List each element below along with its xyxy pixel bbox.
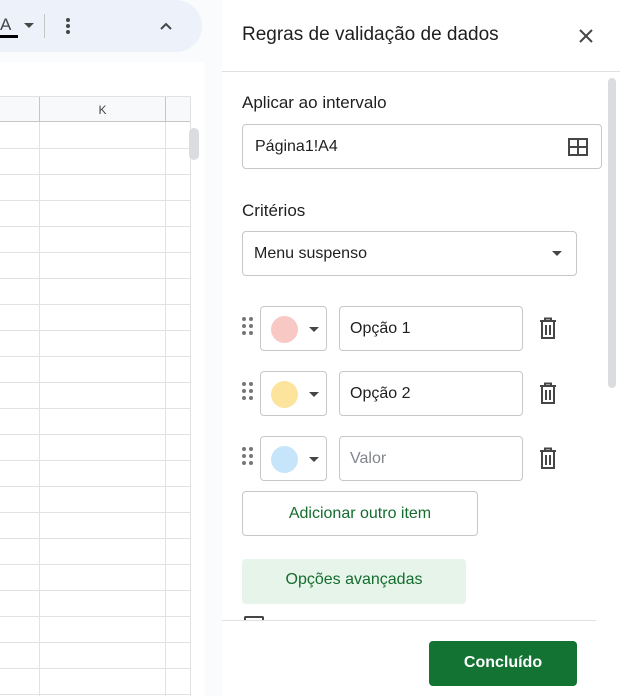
grid-hline [0,330,190,331]
grid-hline [0,460,190,461]
sheet-scrollbar-thumb[interactable] [189,128,199,160]
option-value: Opção 2 [350,385,411,402]
grid-hline [0,616,190,617]
criteria-label: Critérios [242,201,306,220]
range-value: Página1!A4 [255,138,338,155]
grid-hline [0,486,190,487]
grid-hline [0,252,190,253]
cell-grid[interactable] [0,122,190,696]
sheet-grid[interactable]: K [0,62,205,696]
advanced-options-button[interactable]: Opções avançadas [242,559,466,604]
criteria-dropdown[interactable]: Menu suspenso [242,231,577,276]
dropdown-option-row: Valor [242,436,562,481]
dropdown-option-row: Opção 2 [242,371,562,416]
chevron-down-icon [309,327,319,332]
trash-svg [540,447,556,469]
grid-hline [0,356,190,357]
select-range-icon[interactable] [567,137,589,157]
grid-hline [0,304,190,305]
panel-scrollbar-thumb[interactable] [608,78,616,388]
grid-hline [0,694,190,695]
drag-handle-icon[interactable] [242,382,254,402]
grid-hline [0,512,190,513]
option-color-picker[interactable] [260,371,327,416]
option-placeholder: Valor [350,450,387,467]
toolbar: A [0,0,202,52]
panel-footer: Concluído [222,621,628,696]
done-button[interactable]: Concluído [429,641,577,686]
chevron-down-icon[interactable] [24,23,34,28]
trash-svg [540,317,556,339]
advanced-options-label: Opções avançadas [285,571,423,588]
grid-hline [0,148,190,149]
color-swatch [271,381,298,408]
grid-hline [0,642,190,643]
text-color-icon[interactable]: A [0,14,20,38]
data-validation-panel: Regras de validação de dados Aplicar ao … [222,0,628,696]
panel-divider [222,71,620,72]
chevron-down-icon [309,392,319,397]
grid-vline [165,122,166,696]
delete-icon[interactable] [537,446,559,470]
grid-vline [39,122,40,696]
grid-hline [0,200,190,201]
column-divider [165,97,166,123]
option-color-picker[interactable] [260,306,327,351]
column-header: K [0,96,190,123]
dot [66,18,70,22]
grid-hline [0,174,190,175]
drag-handle-icon[interactable] [242,447,254,467]
option-color-picker[interactable] [260,436,327,481]
criteria-value: Menu suspenso [254,245,367,262]
close-svg [579,29,593,43]
color-swatch [271,446,298,473]
grid-svg [568,138,588,156]
text-color-bar [0,35,18,38]
grid-hline [0,226,190,227]
more-vert-icon[interactable] [58,14,78,38]
apply-range-label: Aplicar ao intervalo [242,93,387,112]
chevron-up-svg [160,22,172,30]
grid-hline [0,278,190,279]
option-value: Opção 1 [350,320,411,337]
grid-hline [0,668,190,669]
chevron-down-icon [552,251,562,256]
chevron-down-icon [309,457,319,462]
text-color-glyph: A [0,15,12,34]
option-value-input[interactable]: Opção 1 [339,306,523,351]
chevron-up-icon[interactable] [152,14,180,38]
color-swatch [271,316,298,343]
grid-hline [0,538,190,539]
grid-hline [0,382,190,383]
delete-icon[interactable] [537,381,559,405]
add-item-label: Adicionar outro item [288,505,432,522]
sheet-scrollbar-track[interactable] [190,96,205,696]
close-icon[interactable] [574,24,598,48]
grid-hline [0,590,190,591]
panel-title: Regras de validação de dados [242,24,499,45]
range-input[interactable]: Página1!A4 [242,124,602,169]
done-label: Concluído [463,654,543,671]
grid-hline [0,434,190,435]
delete-icon[interactable] [537,316,559,340]
column-header-k[interactable]: K [40,103,165,117]
drag-handle-icon[interactable] [242,317,254,337]
option-value-input[interactable]: Valor [339,436,523,481]
dot [66,24,70,28]
dot [66,30,70,34]
toolbar-separator [44,14,45,38]
grid-hline [0,408,190,409]
dropdown-option-row: Opção 1 [242,306,562,351]
option-value-input[interactable]: Opção 2 [339,371,523,416]
add-item-button[interactable]: Adicionar outro item [242,491,478,536]
trash-svg [540,382,556,404]
spreadsheet-area: A K [0,0,222,696]
grid-hline [0,564,190,565]
